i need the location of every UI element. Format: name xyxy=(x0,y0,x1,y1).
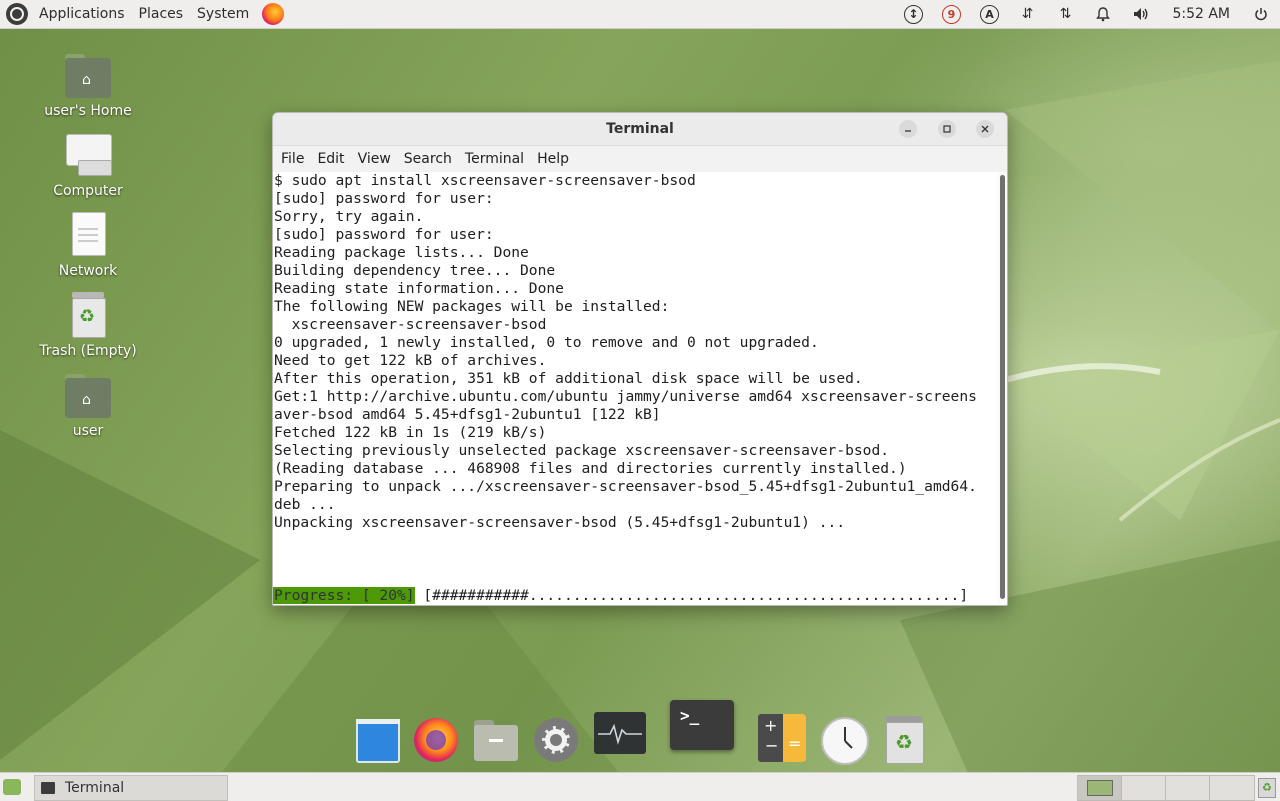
terminal-scrollbar[interactable] xyxy=(1000,175,1005,599)
keyboard-layout-indicator[interactable]: A xyxy=(970,0,1008,28)
show-desktop-icon[interactable] xyxy=(3,779,21,795)
terminal-line: xscreensaver-screensaver-bsod xyxy=(274,316,547,333)
menu-terminal[interactable]: Terminal xyxy=(460,151,532,167)
terminal-line: [sudo] password for user: xyxy=(274,226,494,243)
workspace-3[interactable] xyxy=(1165,775,1211,801)
terminal-line: Selecting previously unselected package … xyxy=(274,442,890,459)
terminal-line: (Reading database ... 468908 files and d… xyxy=(274,460,907,477)
menu-view[interactable]: View xyxy=(353,151,399,167)
desktop-icon-label: Trash (Empty) xyxy=(39,343,137,359)
network-status-icon[interactable]: ⇅ xyxy=(1046,0,1084,28)
menu-applications[interactable]: Applications xyxy=(32,0,132,28)
dock-files-window-icon[interactable] xyxy=(353,716,401,764)
terminal-output[interactable]: $ sudo apt install xscreensaver-screensa… xyxy=(273,172,997,605)
dock-calculator-icon[interactable]: + − = xyxy=(758,714,806,762)
desktop-icon-label: user xyxy=(72,423,104,439)
update-indicator-icon[interactable]: ↕ xyxy=(894,0,932,28)
dock-firefox-icon[interactable] xyxy=(412,716,460,764)
terminal-line: Need to get 122 kB of archives. xyxy=(274,352,547,369)
desktop-icon-user[interactable]: ⌂ user xyxy=(33,372,143,439)
window-title: Terminal xyxy=(606,121,674,137)
apt-progress: Progress: [ 20%] [###########...........… xyxy=(273,587,968,605)
dock-settings-gear-icon[interactable] xyxy=(532,716,580,764)
terminal-line: After this operation, 351 kB of addition… xyxy=(274,370,863,387)
home-folder-icon: ⌂ xyxy=(64,372,112,420)
taskbar-item-label: Terminal xyxy=(65,780,125,796)
terminal-line: Preparing to unpack .../xscreensaver-scr… xyxy=(274,478,977,495)
menu-file[interactable]: File xyxy=(276,151,312,167)
terminal-line: deb ... xyxy=(274,496,336,513)
menu-edit[interactable]: Edit xyxy=(312,151,352,167)
network-arrows-icon[interactable]: ⇵ xyxy=(1008,0,1046,28)
dock-trash-icon[interactable]: ♻ xyxy=(880,716,928,764)
terminal-menubar: File Edit View Search Terminal Help xyxy=(273,146,1007,172)
desktop-icon-users-home[interactable]: ⌂ user's Home xyxy=(33,52,143,119)
desktop-icon-network[interactable]: Network xyxy=(33,212,143,279)
dock-clock-icon[interactable] xyxy=(820,716,869,765)
desktop-icon-trash[interactable]: ♻ Trash (Empty) xyxy=(33,292,143,359)
progress-label: Progress: [ 20%] xyxy=(273,587,415,604)
dock-file-manager-icon[interactable] xyxy=(472,716,520,764)
bottom-panel: Terminal ♻ xyxy=(0,772,1280,801)
terminal-window[interactable]: Terminal File Edit View Search Terminal … xyxy=(272,112,1008,606)
workspace-2[interactable] xyxy=(1121,775,1167,801)
notification-bell-icon[interactable] xyxy=(1084,0,1122,28)
terminal-line: Unpacking xscreensaver-screensaver-bsod … xyxy=(274,514,846,531)
terminal-line: 0 upgraded, 1 newly installed, 0 to remo… xyxy=(274,334,819,351)
home-folder-icon: ⌂ xyxy=(64,52,112,100)
terminal-line: Fetched 122 kB in 1s (219 kB/s) xyxy=(274,424,547,441)
volume-icon[interactable] xyxy=(1122,0,1160,28)
panel-trash-icon[interactable]: ♻ xyxy=(1258,778,1276,798)
terminal-line: Get:1 http://archive.ubuntu.com/ubuntu j… xyxy=(274,388,977,405)
progress-bar: [###########............................… xyxy=(414,587,969,604)
terminal-line: [sudo] password for user: xyxy=(274,190,494,207)
terminal-small-icon xyxy=(41,782,55,794)
power-icon[interactable] xyxy=(1242,0,1280,28)
menu-help[interactable]: Help xyxy=(532,151,577,167)
desktop-icon-label: Network xyxy=(58,263,118,279)
window-titlebar[interactable]: Terminal xyxy=(273,113,1007,146)
terminal-line: Building dependency tree... Done xyxy=(274,262,556,279)
terminal-line: Sorry, try again. xyxy=(274,208,424,225)
terminal-line: $ sudo apt install xscreensaver-screensa… xyxy=(274,172,696,189)
terminal-line: Reading state information... Done xyxy=(274,280,564,297)
desktop-icon-label: Computer xyxy=(53,183,123,199)
trash-icon: ♻ xyxy=(64,292,112,340)
workspace-4[interactable] xyxy=(1209,775,1255,801)
maximize-button[interactable] xyxy=(938,120,956,138)
firefox-launcher-icon[interactable] xyxy=(262,3,285,25)
network-icon xyxy=(64,212,112,260)
menu-places[interactable]: Places xyxy=(132,0,191,28)
workspace-1[interactable] xyxy=(1077,775,1123,801)
minimize-button[interactable] xyxy=(899,120,917,138)
top-panel: Applications Places System ↕ 9 A ⇵ ⇅ 5:5… xyxy=(0,0,1280,29)
terminal-line: Reading package lists... Done xyxy=(274,244,529,261)
terminal-line: aver-bsod amd64 5.45+dfsg1-2ubuntu1 [122… xyxy=(274,406,661,423)
terminal-line: The following NEW packages will be insta… xyxy=(274,298,670,315)
ubuntu-logo-icon[interactable] xyxy=(6,3,28,25)
taskbar-item-terminal[interactable]: Terminal xyxy=(34,775,228,801)
dock-terminal-icon[interactable]: >_ xyxy=(670,700,734,752)
notification-count-badge[interactable]: 9 xyxy=(932,0,970,28)
desktop-icon-label: user's Home xyxy=(44,103,132,119)
menu-system[interactable]: System xyxy=(190,0,256,28)
dock-system-monitor-icon[interactable] xyxy=(594,712,646,760)
computer-icon xyxy=(64,132,112,180)
panel-clock[interactable]: 5:52 AM xyxy=(1160,6,1242,22)
close-button[interactable] xyxy=(976,120,994,138)
menu-search[interactable]: Search xyxy=(399,151,460,167)
desktop-icon-computer[interactable]: Computer xyxy=(33,132,143,199)
